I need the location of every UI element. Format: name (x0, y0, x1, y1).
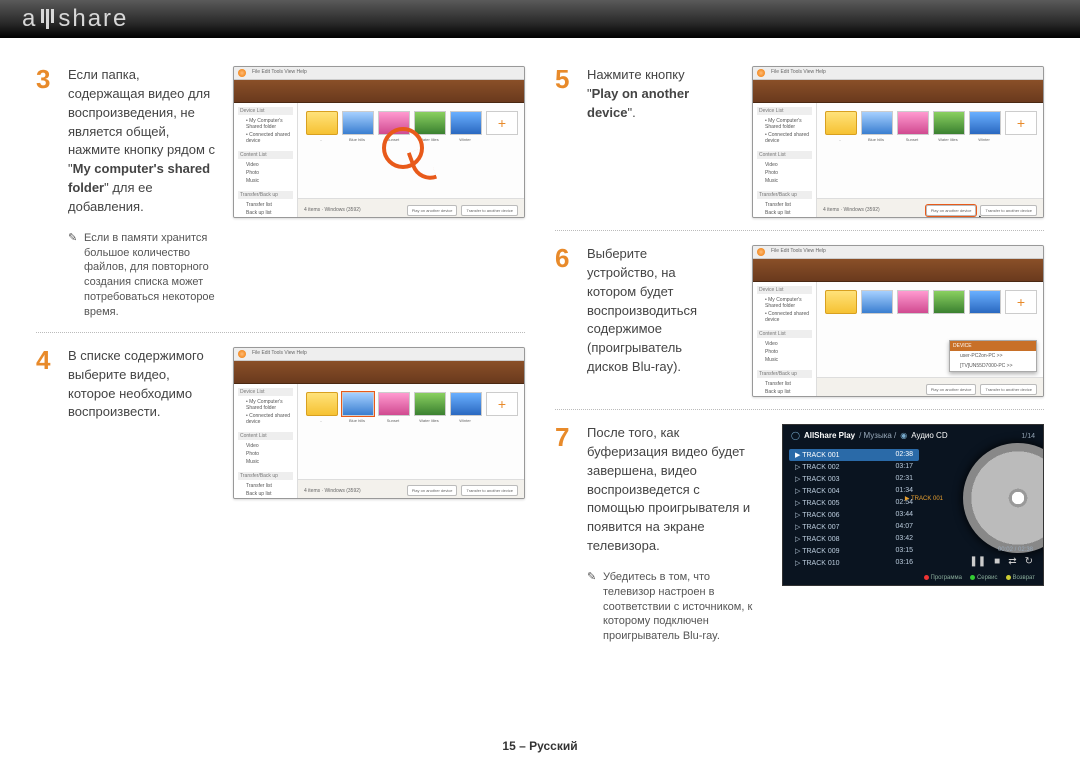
tv-legend: ПрограммаСервисВозврат (924, 575, 1035, 581)
repeat-icon[interactable]: ↻ (1025, 556, 1033, 567)
step-7-text: После того, как буферизация видео будет … (587, 424, 755, 556)
screenshot-6: File Edit Tools View Help Device List• M… (752, 245, 1044, 397)
tv-track-row[interactable]: ▷ TRACK 00704:07 (789, 521, 919, 533)
shuffle-icon[interactable]: ⇄ (1008, 556, 1016, 567)
step-number-7: 7 (555, 424, 587, 556)
app-menubar: File Edit Tools View Help (234, 67, 524, 80)
stop-icon[interactable]: ■ (994, 556, 1000, 567)
right-column: 5 Нажмите кнопку "Play on another device… (555, 66, 1044, 652)
step-5-text: Нажмите кнопку "Play on another device". (587, 66, 705, 123)
transfer-button[interactable]: Transfer to another device (461, 205, 518, 216)
manual-page: a share 3 Если папка, содержащая видео д… (0, 0, 1080, 763)
screenshot-5: File Edit Tools View Help Device List• M… (752, 66, 1044, 218)
step-3-note: ✎ Если в памяти хранится большое количес… (68, 231, 216, 320)
screenshot-4: File Edit Tools View Help Device List• M… (233, 347, 525, 499)
cd-disc-icon (963, 443, 1044, 553)
step-3: 3 Если папка, содержащая видео для воспр… (36, 66, 525, 320)
device-popup: DEVICE user-PC2on-PC >> [TV]UN55D7000-PC… (949, 340, 1037, 372)
note-icon: ✎ (587, 570, 603, 644)
screenshot-3: File Edit Tools View Help Device List• M… (233, 66, 525, 218)
tv-track-row[interactable]: ▷ TRACK 01003:16 (789, 557, 919, 569)
play-on-another-device-button[interactable]: Play on another device (407, 205, 458, 216)
step-number-5: 5 (555, 66, 587, 123)
step-3-text: Если папка, содержащая видео для воспрои… (68, 66, 216, 217)
tv-count: 1/14 (1021, 433, 1035, 440)
callout-ring-icon (382, 127, 424, 169)
tv-breadcrumb: ◯ AllShare Play / Музыка / ◉ Аудио CD (783, 425, 1043, 446)
logo-bars-icon (40, 9, 55, 29)
step-number-6: 6 (555, 245, 587, 377)
logo-text-share: share (58, 5, 128, 33)
tv-track-row[interactable]: ▷ TRACK 00203:17 (789, 461, 919, 473)
logo-text-a: a (22, 5, 37, 33)
tv-track-row[interactable]: ▷ TRACK 00401:34 (789, 485, 919, 497)
tv-time: 00:02 / 02:38 (998, 547, 1033, 553)
app-sidebar: Device List• My Computer's Shared folder… (234, 103, 298, 218)
tv-track-row[interactable]: ▷ TRACK 00803:42 (789, 533, 919, 545)
device-option-2[interactable]: [TV]UN55D7000-PC >> (950, 361, 1036, 371)
step-6: 6 Выберите устройство, на котором будет … (555, 245, 1044, 397)
tv-controls: ❚❚ ■ ⇄ ↻ (969, 556, 1033, 567)
app-toolbar (234, 80, 524, 103)
tv-track-list: ▶ TRACK 00102:38▷ TRACK 00203:17▷ TRACK … (789, 449, 919, 569)
note-icon: ✎ (68, 231, 84, 320)
tv-track-row[interactable]: ▷ TRACK 00903:15 (789, 545, 919, 557)
divider (36, 332, 525, 333)
app-main: .. Blue hills Sunset Water lilies Winter… (298, 103, 524, 218)
content-body: 3 Если папка, содержащая видео для воспр… (0, 38, 1080, 662)
step-5: 5 Нажмите кнопку "Play on another device… (555, 66, 1044, 218)
pause-icon[interactable]: ❚❚ (969, 556, 986, 567)
step-6-text: Выберите устройство, на котором будет во… (587, 245, 715, 377)
page-number: 15 – Русский (0, 739, 1080, 753)
step-7-note: ✎ Убедитесь в том, что телевизор настрое… (587, 570, 755, 644)
tv-track-row[interactable]: ▷ TRACK 00603:44 (789, 509, 919, 521)
left-column: 3 Если папка, содержащая видео для воспр… (36, 66, 525, 652)
tv-now-playing: ▶ TRACK 001 (905, 495, 943, 502)
allshare-logo: a share (22, 5, 128, 33)
step-number-4: 4 (36, 347, 68, 422)
step-number-3: 3 (36, 66, 68, 217)
tv-screenshot: ◯ AllShare Play / Музыка / ◉ Аудио CD 1/… (782, 424, 1044, 586)
tv-track-row[interactable]: ▶ TRACK 00102:38 (789, 449, 919, 461)
play-on-another-device-button-hl[interactable]: Play on another device (926, 205, 977, 216)
step-4-text: В списке содержимого выберите видео, кот… (68, 347, 216, 422)
tv-track-row[interactable]: ▷ TRACK 00302:31 (789, 473, 919, 485)
step-7: 7 После того, как буферизация видео буде… (555, 424, 1044, 644)
device-option-1[interactable]: user-PC2on-PC >> (950, 351, 1036, 361)
header-bar: a share (0, 0, 1080, 38)
tv-track-row[interactable]: ▷ TRACK 00502:54 (789, 497, 919, 509)
step-4: 4 В списке содержимого выберите видео, к… (36, 347, 525, 499)
